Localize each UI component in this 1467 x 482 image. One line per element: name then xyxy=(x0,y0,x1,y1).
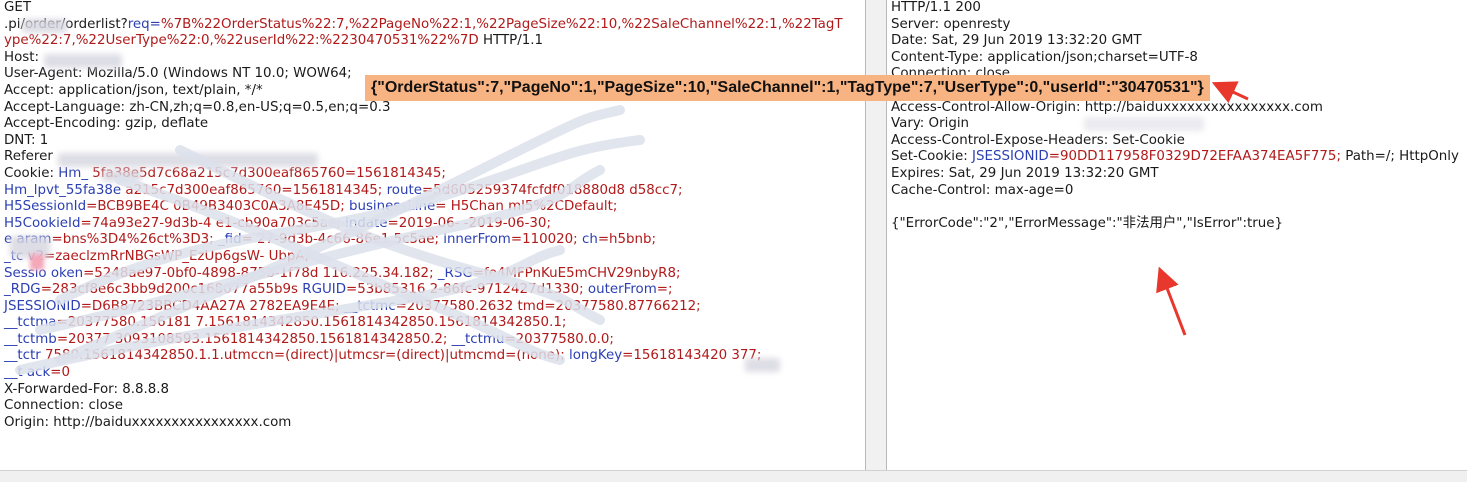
arrow-icon xyxy=(1156,81,1249,336)
arrow-icon xyxy=(1211,81,1249,104)
status-strip xyxy=(0,470,1467,482)
arrow-icon xyxy=(1156,266,1187,336)
